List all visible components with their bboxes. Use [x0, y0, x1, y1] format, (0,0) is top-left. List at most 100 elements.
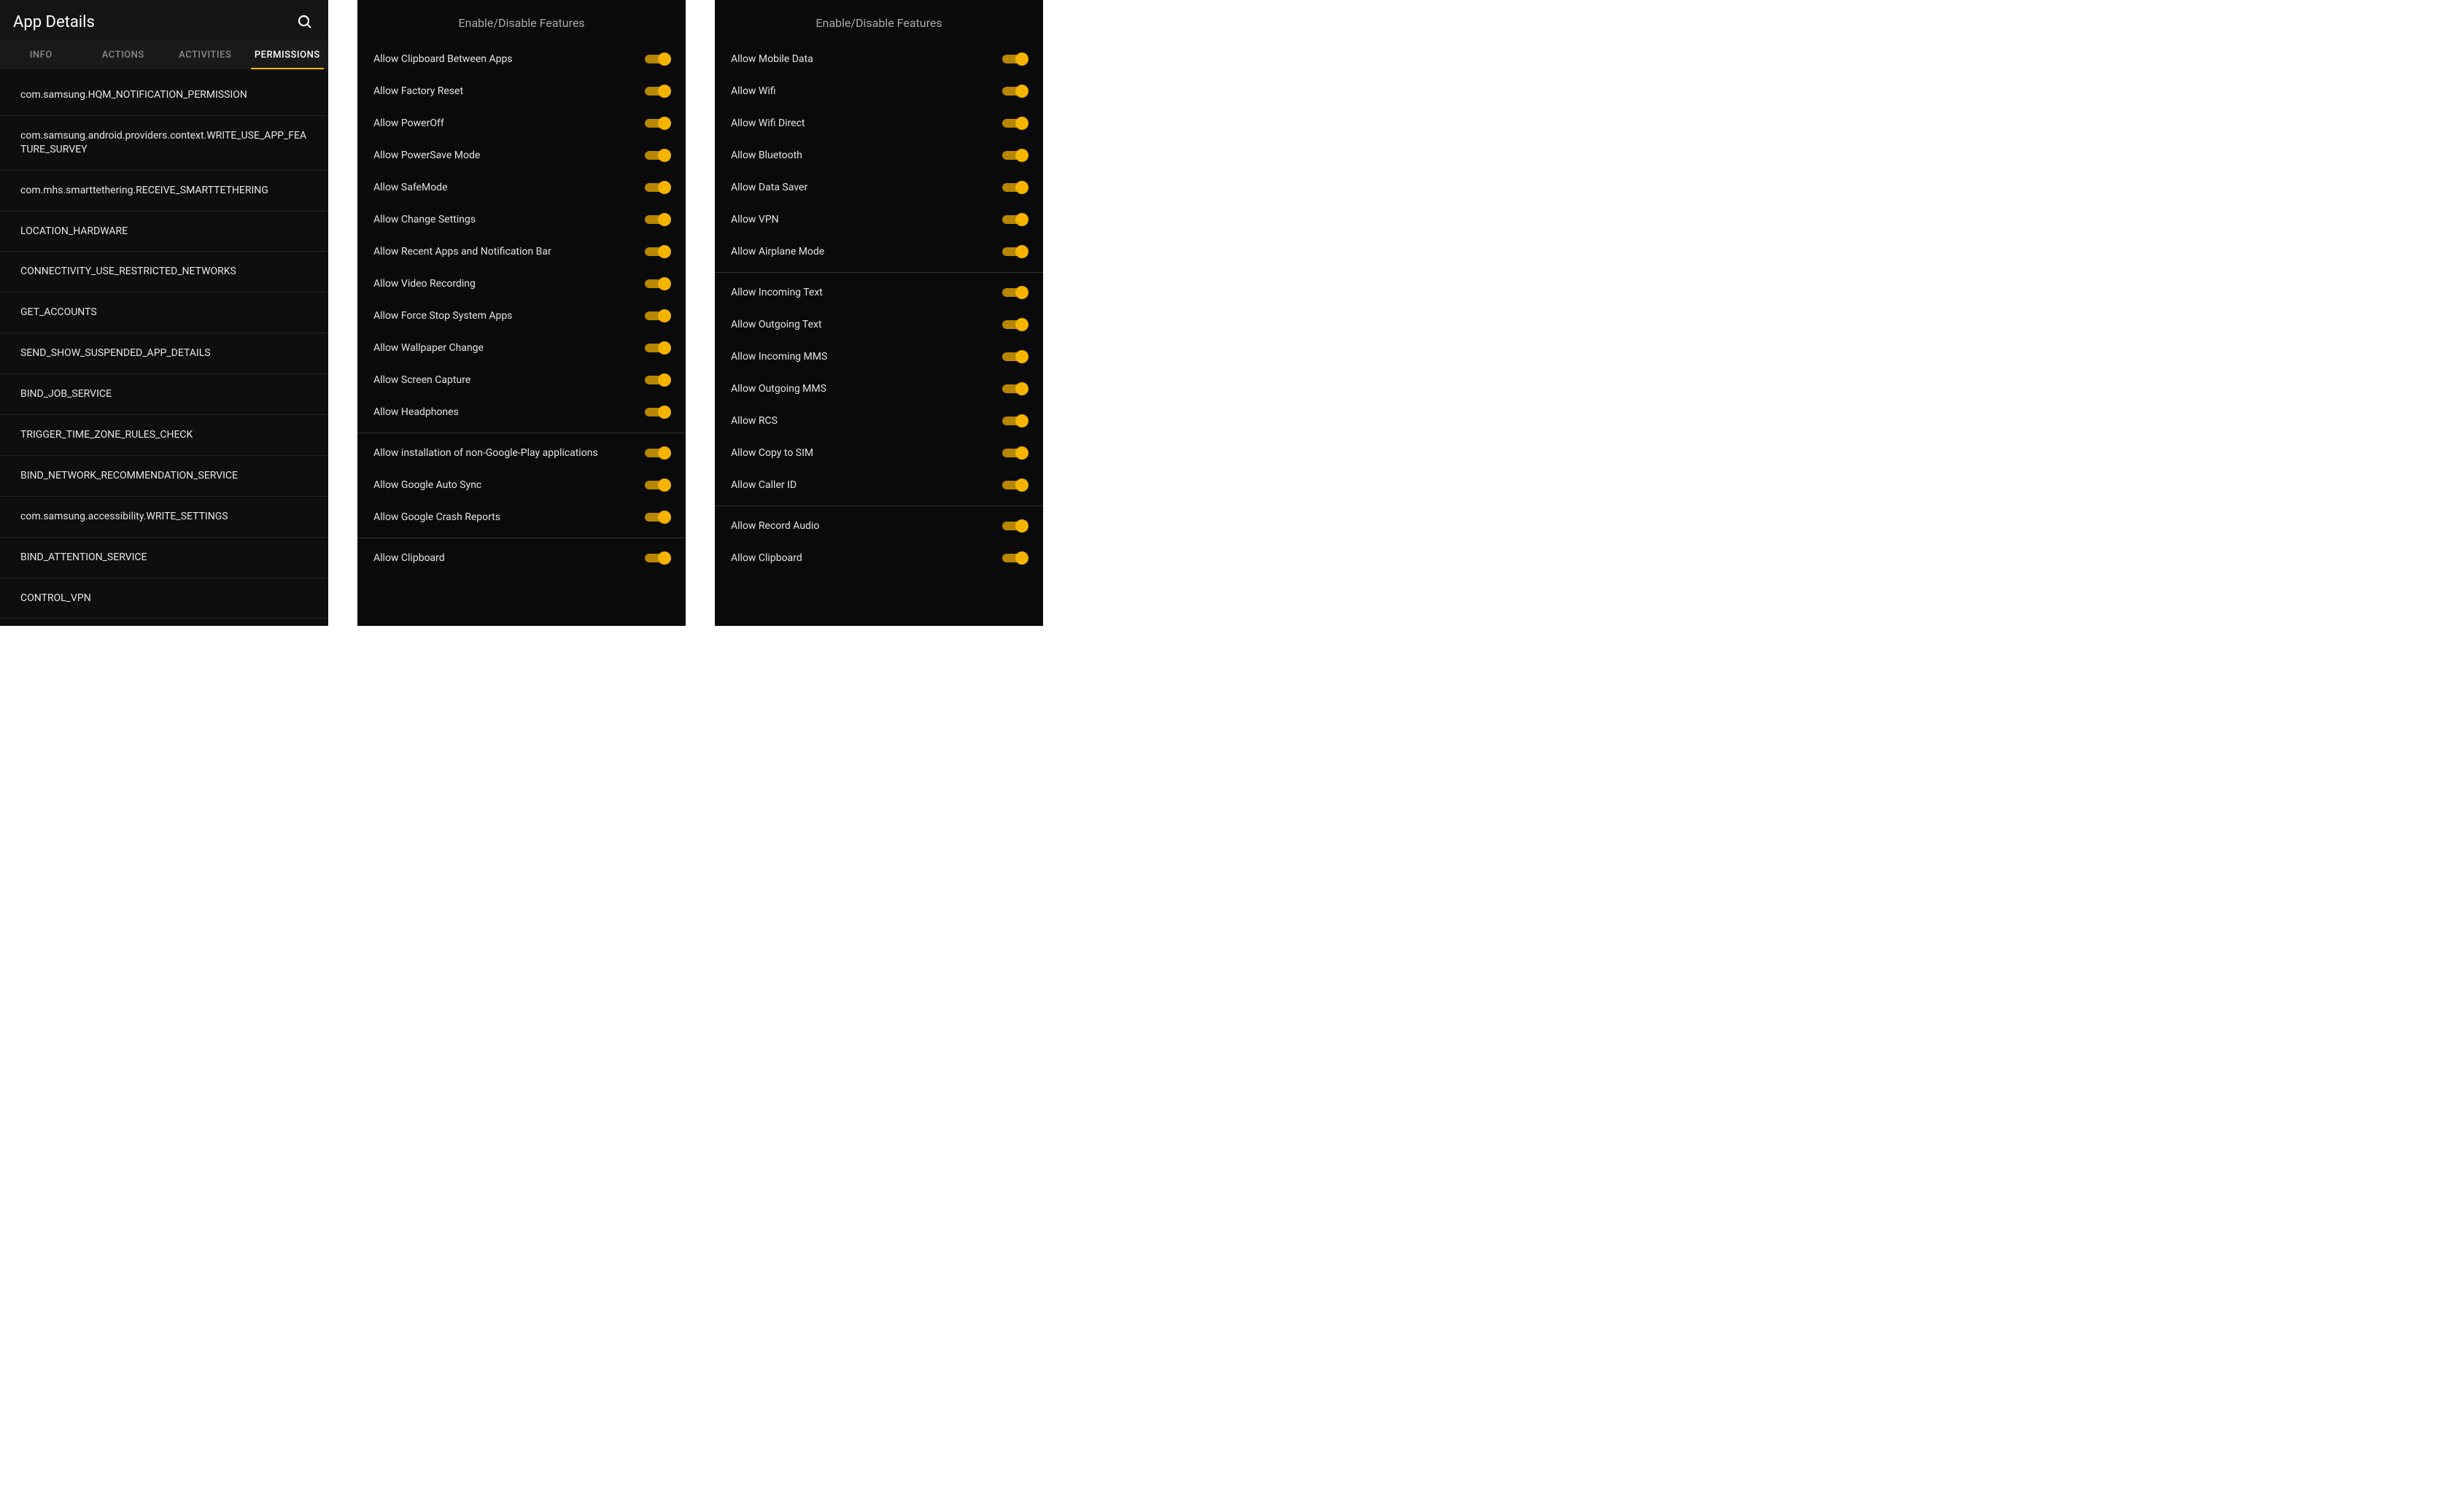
toggle-thumb — [658, 309, 671, 322]
toggle-thumb — [1015, 213, 1028, 226]
toggle-thumb — [1015, 245, 1028, 258]
permissions-list[interactable]: com.samsung.HQM_NOTIFICATION_PERMISSIONc… — [0, 69, 328, 626]
toggle-switch[interactable] — [1002, 350, 1027, 363]
toggle-thumb — [658, 479, 671, 492]
permission-item[interactable]: GET_ACCOUNTS — [0, 293, 328, 333]
toggle-switch[interactable] — [645, 245, 670, 258]
toggle-switch[interactable] — [1002, 245, 1027, 258]
feature-row: Allow Incoming Text — [715, 272, 1043, 309]
toggle-switch[interactable] — [645, 149, 670, 162]
toggle-thumb — [1015, 446, 1028, 460]
tab-actions[interactable]: ACTIONS — [82, 39, 165, 69]
permission-item[interactable]: SEND_SHOW_SUSPENDED_APP_DETAILS — [0, 333, 328, 374]
toggle-switch[interactable] — [1002, 213, 1027, 226]
tab-info[interactable]: INFO — [0, 39, 82, 69]
toggle-switch[interactable] — [645, 213, 670, 226]
toggle-switch[interactable] — [1002, 117, 1027, 130]
feature-row: Allow Incoming MMS — [715, 341, 1043, 373]
feature-label: Allow Google Crash Reports — [373, 511, 645, 523]
permission-item[interactable]: BIND_ATTENTION_SERVICE — [0, 538, 328, 578]
toggle-switch[interactable] — [645, 373, 670, 387]
permission-item[interactable]: TRIGGER_TIME_ZONE_RULES_CHECK — [0, 415, 328, 456]
toggle-switch[interactable] — [1002, 181, 1027, 194]
permission-item[interactable]: com.samsung.accessibility.WRITE_SETTINGS — [0, 497, 328, 538]
toggle-thumb — [1015, 479, 1028, 492]
feature-label: Allow Wallpaper Change — [373, 342, 645, 354]
toggle-switch[interactable] — [1002, 382, 1027, 395]
toggle-switch[interactable] — [1002, 414, 1027, 427]
feature-label: Allow Outgoing Text — [731, 319, 1002, 330]
feature-label: Allow SafeMode — [373, 182, 645, 193]
toggle-switch[interactable] — [1002, 286, 1027, 299]
toggle-thumb — [1015, 551, 1028, 565]
toggle-switch[interactable] — [1002, 53, 1027, 66]
toggle-switch[interactable] — [645, 309, 670, 322]
toggle-switch[interactable] — [1002, 446, 1027, 460]
permission-item[interactable]: com.mhs.smarttethering.RECEIVE_SMARTTETH… — [0, 171, 328, 212]
permission-item[interactable]: CONTROL_VPN — [0, 578, 328, 619]
feature-label: Allow PowerOff — [373, 117, 645, 129]
feature-row: Allow Bluetooth — [715, 139, 1043, 171]
toggle-switch[interactable] — [1002, 318, 1027, 331]
toggle-switch[interactable] — [645, 511, 670, 524]
tab-activities[interactable]: ACTIVITIES — [164, 39, 247, 69]
feature-label: Allow Google Auto Sync — [373, 479, 645, 491]
feature-label: Allow Wifi Direct — [731, 117, 1002, 129]
feature-label: Allow Clipboard — [373, 552, 645, 564]
toggle-switch[interactable] — [645, 117, 670, 130]
toggle-switch[interactable] — [645, 446, 670, 460]
toggle-switch[interactable] — [1002, 479, 1027, 492]
toggle-switch[interactable] — [645, 53, 670, 66]
feature-label: Allow Clipboard — [731, 552, 1002, 564]
toggle-switch[interactable] — [645, 277, 670, 290]
page-title: App Details — [13, 13, 95, 31]
permission-item[interactable]: PACKAGE_USAGE_STATS — [0, 619, 328, 626]
toggle-switch[interactable] — [645, 341, 670, 355]
tab-permissions[interactable]: PERMISSIONS — [247, 39, 329, 69]
feature-row: Allow Mobile Data — [715, 43, 1043, 75]
feature-row: Allow Wifi Direct — [715, 107, 1043, 139]
app-details-screen: App Details INFOACTIONSACTIVITIESPERMISS… — [0, 0, 328, 626]
feature-label: Allow Force Stop System Apps — [373, 310, 645, 322]
toggle-thumb — [658, 149, 671, 162]
toggle-thumb — [1015, 382, 1028, 395]
permission-item[interactable]: com.samsung.HQM_NOTIFICATION_PERMISSION — [0, 75, 328, 116]
features-list[interactable]: Allow Mobile DataAllow WifiAllow Wifi Di… — [715, 43, 1043, 626]
toggle-switch[interactable] — [1002, 149, 1027, 162]
toggle-switch[interactable] — [645, 181, 670, 194]
feature-label: Allow PowerSave Mode — [373, 150, 645, 161]
feature-row: Allow Outgoing Text — [715, 309, 1043, 341]
feature-label: Allow Airplane Mode — [731, 246, 1002, 258]
toggle-thumb — [1015, 350, 1028, 363]
search-button[interactable] — [295, 12, 315, 32]
permission-item[interactable]: LOCATION_HARDWARE — [0, 212, 328, 252]
toggle-switch[interactable] — [1002, 519, 1027, 533]
search-icon — [296, 13, 314, 31]
toggle-switch[interactable] — [645, 406, 670, 419]
feature-row: Allow Clipboard Between Apps — [357, 43, 686, 75]
app-bar: App Details — [0, 0, 328, 39]
permission-item[interactable]: CONNECTIVITY_USE_RESTRICTED_NETWORKS — [0, 252, 328, 293]
feature-row: Allow Factory Reset — [357, 75, 686, 107]
permission-item[interactable]: BIND_JOB_SERVICE — [0, 374, 328, 415]
toggle-switch[interactable] — [1002, 85, 1027, 98]
feature-row: Allow Outgoing MMS — [715, 373, 1043, 405]
permission-item[interactable]: com.samsung.android.providers.context.WR… — [0, 116, 328, 171]
feature-label: Allow Outgoing MMS — [731, 383, 1002, 395]
feature-row: Allow Change Settings — [357, 204, 686, 236]
feature-row: Allow Video Recording — [357, 268, 686, 300]
feature-label: Allow Bluetooth — [731, 150, 1002, 161]
toggle-thumb — [658, 406, 671, 419]
toggle-thumb — [658, 245, 671, 258]
feature-label: Allow Video Recording — [373, 278, 645, 290]
permission-item[interactable]: BIND_NETWORK_RECOMMENDATION_SERVICE — [0, 456, 328, 497]
feature-row: Allow Screen Capture — [357, 364, 686, 396]
toggle-switch[interactable] — [1002, 551, 1027, 565]
toggle-switch[interactable] — [645, 551, 670, 565]
feature-row: Allow PowerSave Mode — [357, 139, 686, 171]
toggle-switch[interactable] — [645, 85, 670, 98]
feature-label: Allow Incoming MMS — [731, 351, 1002, 363]
features-list[interactable]: Allow Clipboard Between AppsAllow Factor… — [357, 43, 686, 626]
toggle-switch[interactable] — [645, 479, 670, 492]
feature-row: Allow Headphones — [357, 396, 686, 428]
